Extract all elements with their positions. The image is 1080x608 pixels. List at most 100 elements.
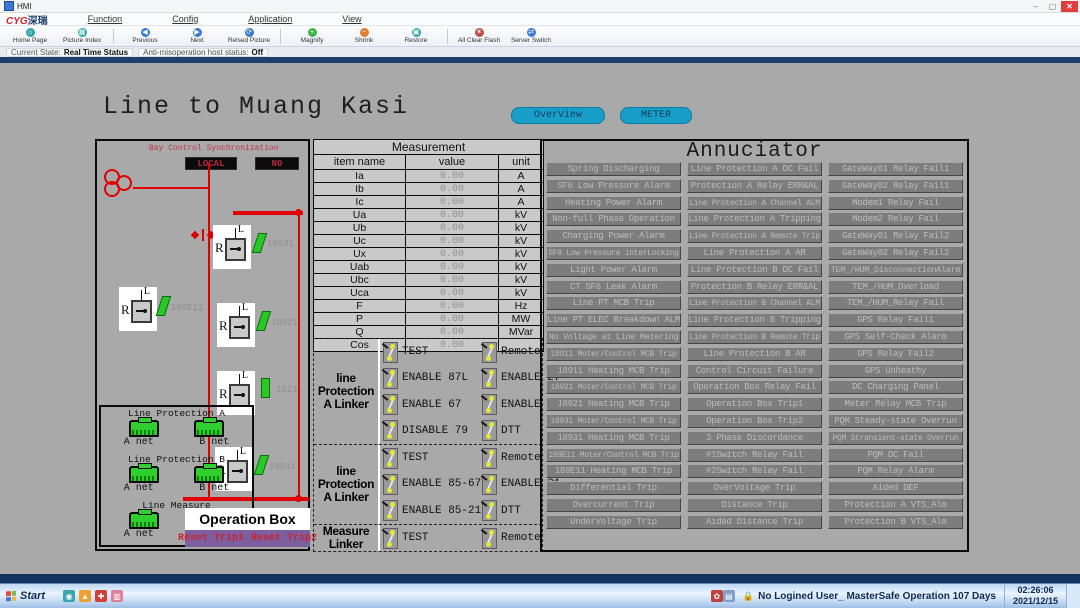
rj45-icon: [129, 512, 159, 529]
operation-box-buttons: Reset Trip1Reset Trip2: [185, 530, 310, 547]
overview-button[interactable]: OverView: [511, 107, 605, 124]
disconnector-18921[interactable]: [256, 311, 271, 331]
linker-switch-icon[interactable]: [482, 342, 497, 363]
linker-switch-icon[interactable]: [482, 528, 497, 549]
item-value: 0.00: [406, 170, 499, 183]
toolbar-relsed-picture[interactable]: ⟳Relsed Picture: [223, 26, 275, 46]
alarm-tray-icon[interactable]: ▲: [79, 590, 91, 602]
disconnector-18931[interactable]: [252, 233, 267, 253]
toolbar-magnify[interactable]: +Magnify: [286, 26, 338, 46]
linker-panel: line Protection A Linker TEST Remote ENABLE…: [313, 338, 543, 552]
item-unit: kV: [499, 209, 544, 222]
toolbar-previous[interactable]: ◀Previous: [119, 26, 171, 46]
net-port-label: B net: [199, 483, 229, 494]
login-status: 🔒 No Logined User_ MasterSafe Operation …: [743, 591, 996, 602]
window-titlebar: HMI – ▢ ✕: [0, 0, 1080, 13]
breaker-control-18921[interactable]: LR: [217, 303, 255, 347]
annunciator-tile: 18931 Moter/Control MCB Trip: [546, 414, 681, 428]
linker-switch-icon[interactable]: [482, 394, 497, 415]
annunciator-tile: PQM Relay Alarm: [828, 464, 963, 478]
taskbar: Start ◉ ▲ ✚ ▥ ✿ ▤ 🔒 No Logined User_ Mas…: [0, 583, 1080, 608]
linker-switch-icon[interactable]: [482, 420, 497, 441]
server-switch-icon: ⇄: [527, 28, 536, 37]
taskbar-clock[interactable]: 02:26:06 2021/12/15: [1004, 585, 1066, 607]
maximize-button[interactable]: ▢: [1044, 1, 1061, 12]
measurement-title: Measurement: [314, 140, 544, 155]
minimize-button[interactable]: –: [1027, 1, 1044, 12]
linker-switch-icon[interactable]: [482, 474, 497, 495]
close-button[interactable]: ✕: [1061, 1, 1078, 12]
annunciator-tile: GPS Relay Fail1: [828, 313, 963, 327]
item-value: 0.00: [406, 183, 499, 196]
linker-switch-icon[interactable]: [482, 448, 497, 469]
toolbar-server-switch[interactable]: ⇄Server Switch: [505, 26, 557, 46]
disconnector-189E11[interactable]: [156, 296, 171, 316]
monitor-tray-icon[interactable]: ◉: [63, 590, 75, 602]
linker-label: ENABLE 67: [402, 399, 461, 411]
linker-switch-icon[interactable]: [383, 528, 398, 549]
linker-cell: Remote: [479, 448, 541, 469]
annunciator-tile: 3 Phase Discordance: [687, 431, 822, 445]
app-tray-icon[interactable]: ▥: [111, 590, 123, 602]
menu-item-view[interactable]: View: [342, 14, 361, 24]
toolbar-next[interactable]: ▶Next: [171, 26, 223, 46]
linker-switch-icon[interactable]: [383, 420, 398, 441]
linker-group-label: line Protection A Linker: [314, 445, 380, 524]
device-label-18911: 18911: [269, 462, 296, 472]
item-unit: kV: [499, 248, 544, 261]
toolbar-label: Home Page: [13, 37, 47, 45]
menu-item-application[interactable]: Application: [248, 14, 292, 24]
linker-switch-icon[interactable]: [482, 368, 497, 389]
linker-switch-icon[interactable]: [383, 394, 398, 415]
linker-switch-icon[interactable]: [383, 368, 398, 389]
linker-switch-icon[interactable]: [482, 500, 497, 521]
annunciator-tile: PQM Stransient-state Overrun: [828, 431, 963, 445]
menu-item-function[interactable]: Function: [88, 14, 123, 24]
linker-switch-icon[interactable]: [383, 342, 398, 363]
toolbar-label: All Clear Flash: [458, 37, 500, 45]
annunciator-panel: Annuciator Spring DischargingSF6 Low Pre…: [540, 139, 969, 552]
disconnector-18911[interactable]: [254, 455, 269, 475]
toolbar-all-clear-flash[interactable]: ✶All Clear Flash: [453, 26, 505, 46]
arrester-icon: [191, 231, 199, 239]
linker-switch-icon[interactable]: [383, 448, 398, 469]
disconnector-1521[interactable]: [261, 378, 270, 398]
item-name: Uca: [314, 287, 406, 300]
linker-label: Remote: [501, 452, 541, 464]
breaker-control-18931[interactable]: LR: [213, 225, 251, 269]
status-row: Current State:Real Time Status Anti-miso…: [0, 47, 1080, 57]
network-tray-icon[interactable]: ▤: [723, 590, 735, 602]
update-tray-icon[interactable]: ✿: [711, 590, 723, 602]
annunciator-tile: UnderVoltage Trip: [546, 515, 681, 529]
toolbar-shrink[interactable]: −Shrink: [338, 26, 390, 46]
toolbar-separator: [280, 29, 281, 44]
item-name: Q: [314, 326, 406, 339]
next-icon: ▶: [193, 28, 202, 37]
net-ports-row: [101, 465, 252, 483]
toolbar-label: Relsed Picture: [228, 37, 270, 45]
linker-label: TEST: [402, 346, 428, 358]
toolbar-home-page[interactable]: ⌂Home Page: [4, 26, 56, 46]
reset-trip-button[interactable]: Reset Trip1: [178, 533, 244, 544]
start-button[interactable]: Start: [0, 584, 55, 608]
arrester-icon: [202, 229, 204, 241]
show-desktop-button[interactable]: [1066, 584, 1080, 608]
breaker-control-189E11[interactable]: LR: [119, 287, 157, 331]
annunciator-tile: Spring Discharging: [546, 162, 681, 176]
measurement-row: Uc0.00kV: [314, 235, 544, 248]
item-unit: A: [499, 183, 544, 196]
linker-switch-icon[interactable]: [383, 474, 398, 495]
linker-switch-icon[interactable]: [383, 500, 398, 521]
shield-tray-icon[interactable]: ✚: [95, 590, 107, 602]
sync-no-indicator: NO: [255, 157, 299, 170]
toolbar-restore[interactable]: ▣Restore: [390, 26, 442, 46]
meter-button[interactable]: METER: [620, 107, 692, 124]
toolbar-picture-index[interactable]: ▦Picture Index: [56, 26, 108, 46]
menu-item-config[interactable]: Config: [172, 14, 198, 24]
transformer-icon: [116, 175, 132, 191]
annunciator-tile: Differential Trip: [546, 481, 681, 495]
measurement-row: Uca0.00kV: [314, 287, 544, 300]
reset-trip-button[interactable]: Reset Trip2: [251, 533, 317, 544]
column-header: item name: [314, 155, 406, 170]
annunciator-tile: Control Circuit Failure: [687, 364, 822, 378]
